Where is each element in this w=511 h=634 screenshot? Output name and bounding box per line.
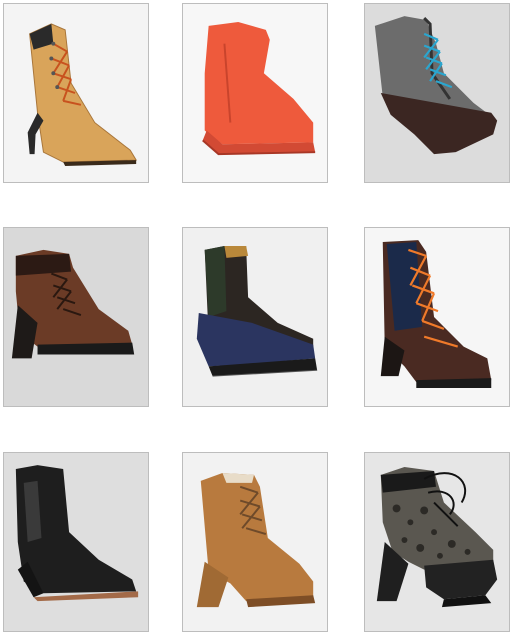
black-suede-wedge-chelsea-boot-icon [15,465,139,602]
product-tile[interactable] [364,227,510,407]
navy-leather-platform-chelsea-boot-icon [196,245,318,377]
product-tile[interactable] [3,227,149,407]
product-tile[interactable] [364,3,510,183]
tan-stiletto-lace-up-boot-icon [27,23,138,166]
product-tile[interactable] [182,227,328,407]
product-tile[interactable] [182,452,328,632]
leopard-calf-hair-platform-bootie-icon [376,467,498,608]
camel-suede-lace-up-bootie-icon [196,472,316,608]
product-tile[interactable] [182,3,328,183]
silver-platform-lace-up-bootie-icon [374,16,498,155]
product-tile[interactable] [3,3,149,183]
orange-suede-wedge-bootie-icon [202,21,316,156]
product-tile[interactable] [364,452,510,632]
product-tile[interactable] [3,452,149,632]
brown-hiker-heeled-boot-icon [380,240,492,389]
brown-suede-heeled-bootie-icon [11,249,135,359]
